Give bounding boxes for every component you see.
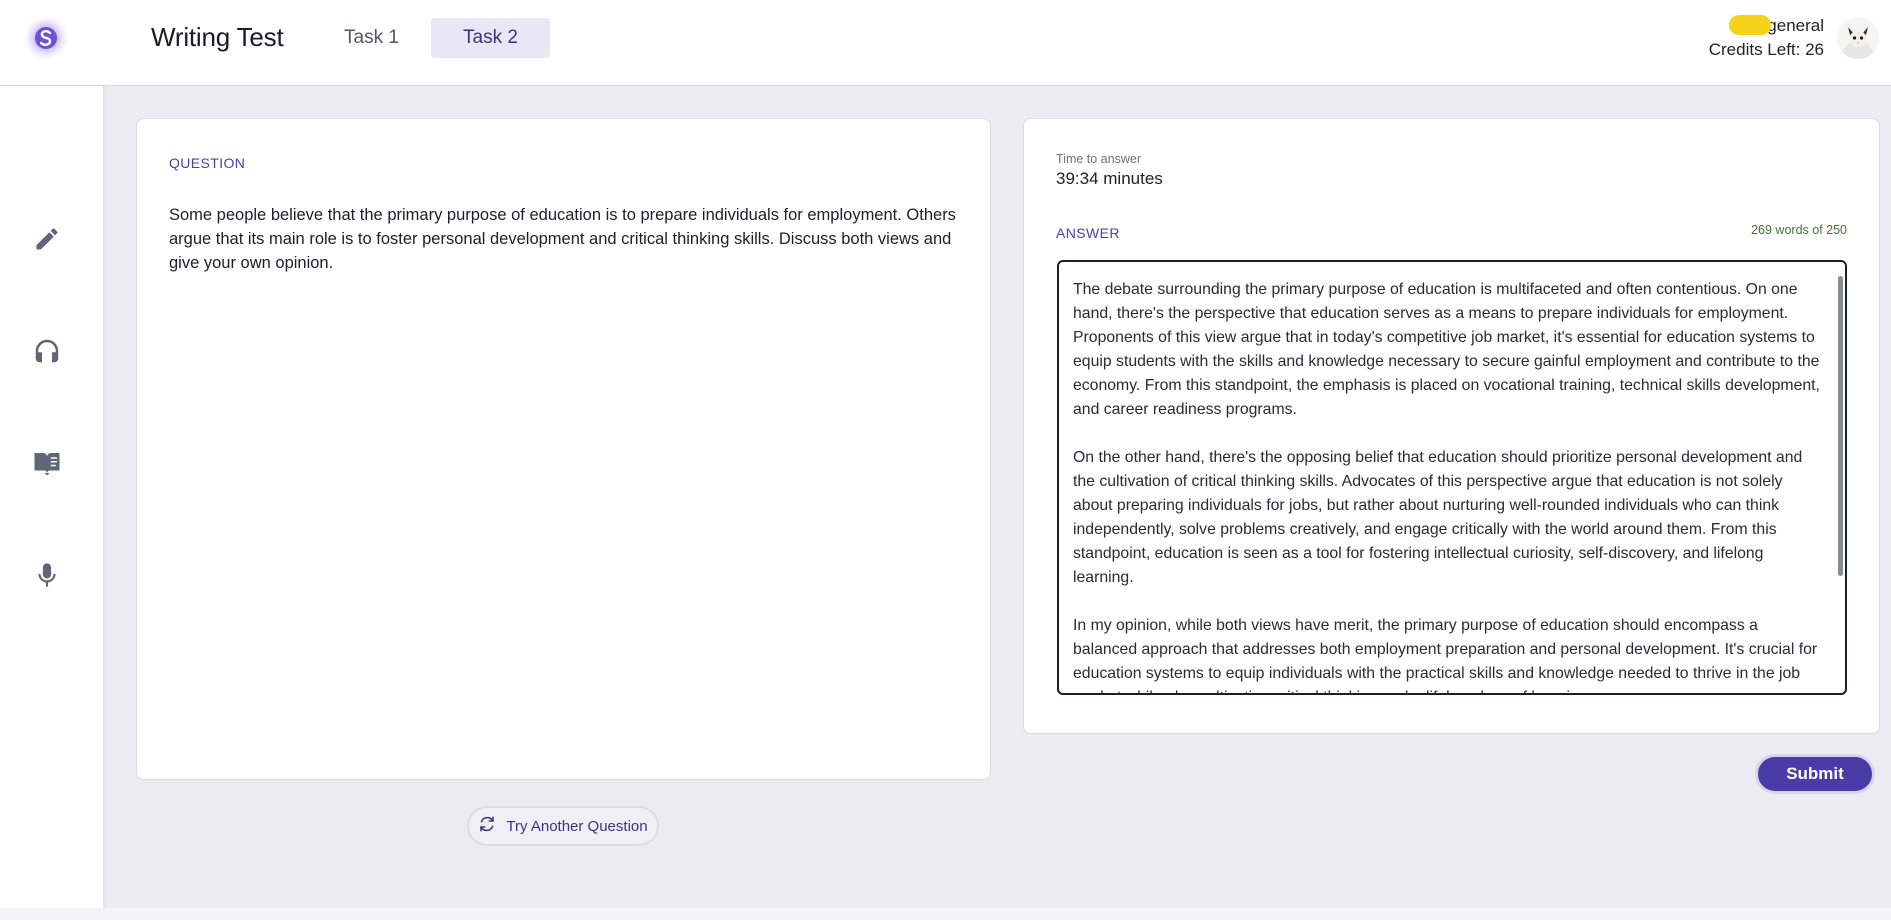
user-info: general Credits Left: 26 [1709, 14, 1824, 62]
headphones-icon[interactable] [30, 334, 64, 368]
question-card: QUESTION Some people believe that the pr… [136, 118, 991, 780]
user-name: general [1729, 14, 1824, 38]
top-bar: Writing Test Task 1 Task 2 general Credi… [0, 0, 1891, 86]
sidebar [0, 86, 103, 908]
answer-label: ANSWER [1056, 225, 1120, 241]
answer-card: Time to answer 39:34 minutes ANSWER 269 … [1023, 118, 1880, 734]
try-another-question-label: Try Another Question [506, 817, 648, 835]
tab-task-1[interactable]: Task 1 [312, 18, 431, 58]
time-remaining: 39:34 minutes [1056, 169, 1163, 188]
refresh-icon [478, 815, 496, 837]
question-label: QUESTION [169, 155, 246, 171]
credits-left: Credits Left: 26 [1708, 40, 1824, 59]
page-title: Writing Test [151, 22, 284, 52]
time-label: Time to answer [1056, 152, 1141, 166]
pencil-icon[interactable] [30, 222, 64, 256]
word-count: 269 words of 250 [1751, 223, 1847, 237]
user-name-text: general [1767, 16, 1824, 35]
tab-task-2[interactable]: Task 2 [431, 18, 550, 58]
bottom-strip [0, 908, 1891, 920]
microphone-icon[interactable] [30, 558, 64, 592]
book-icon[interactable] [30, 446, 64, 480]
redaction-mark [1729, 15, 1772, 35]
answer-text[interactable]: The debate surrounding the primary purpo… [1073, 278, 1825, 693]
avatar[interactable] [1837, 17, 1879, 59]
try-another-question-button[interactable]: Try Another Question [467, 806, 659, 846]
app-logo-icon[interactable] [22, 14, 70, 62]
submit-button[interactable]: Submit [1755, 754, 1875, 794]
question-text: Some people believe that the primary pur… [169, 206, 956, 272]
answer-textarea[interactable]: The debate surrounding the primary purpo… [1057, 260, 1847, 695]
answer-scrollbar[interactable] [1838, 276, 1843, 576]
